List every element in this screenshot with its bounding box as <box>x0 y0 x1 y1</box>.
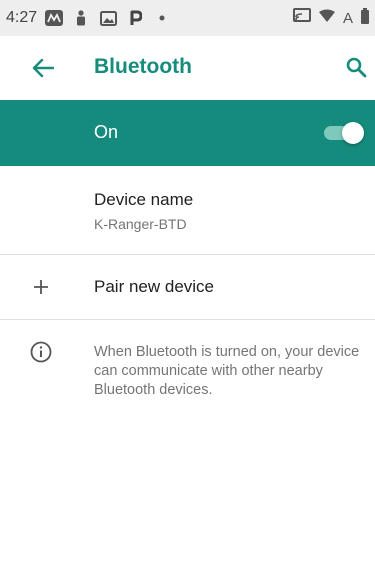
pair-new-device-label: Pair new device <box>94 277 215 296</box>
bluetooth-switch[interactable] <box>320 122 364 144</box>
device-name-title: Device name <box>94 190 194 209</box>
plus-icon <box>28 274 54 300</box>
back-arrow-icon[interactable] <box>30 55 56 81</box>
page-title: Bluetooth <box>94 55 192 78</box>
person-icon <box>72 10 90 26</box>
status-bar: 4:27 A <box>0 0 375 36</box>
status-time: 4:27 <box>6 9 38 26</box>
switch-thumb <box>342 122 364 144</box>
info-text: When Bluetooth is turned on, your device… <box>94 344 360 398</box>
dot-icon <box>153 10 171 26</box>
wifi-icon <box>318 9 335 27</box>
bluetooth-toggle-row[interactable]: On <box>0 100 375 166</box>
cast-icon <box>292 8 311 28</box>
info-icon <box>28 339 54 365</box>
m-app-icon <box>45 10 64 26</box>
app-bar: Bluetooth <box>0 36 375 100</box>
auto-icon: A <box>342 9 353 27</box>
image-icon <box>99 10 117 26</box>
battery-icon <box>361 7 369 29</box>
system-icons: A <box>292 7 369 29</box>
search-icon[interactable] <box>343 54 369 80</box>
device-name-value: K-Ranger-BTD <box>94 216 187 232</box>
pair-new-device-row[interactable]: Pair new device <box>0 255 375 319</box>
p-app-icon <box>126 10 144 26</box>
bluetooth-state-label: On <box>94 122 119 142</box>
device-name-row[interactable]: Device name K-Ranger-BTD <box>0 166 375 254</box>
info-row: When Bluetooth is turned on, your device… <box>0 320 375 440</box>
